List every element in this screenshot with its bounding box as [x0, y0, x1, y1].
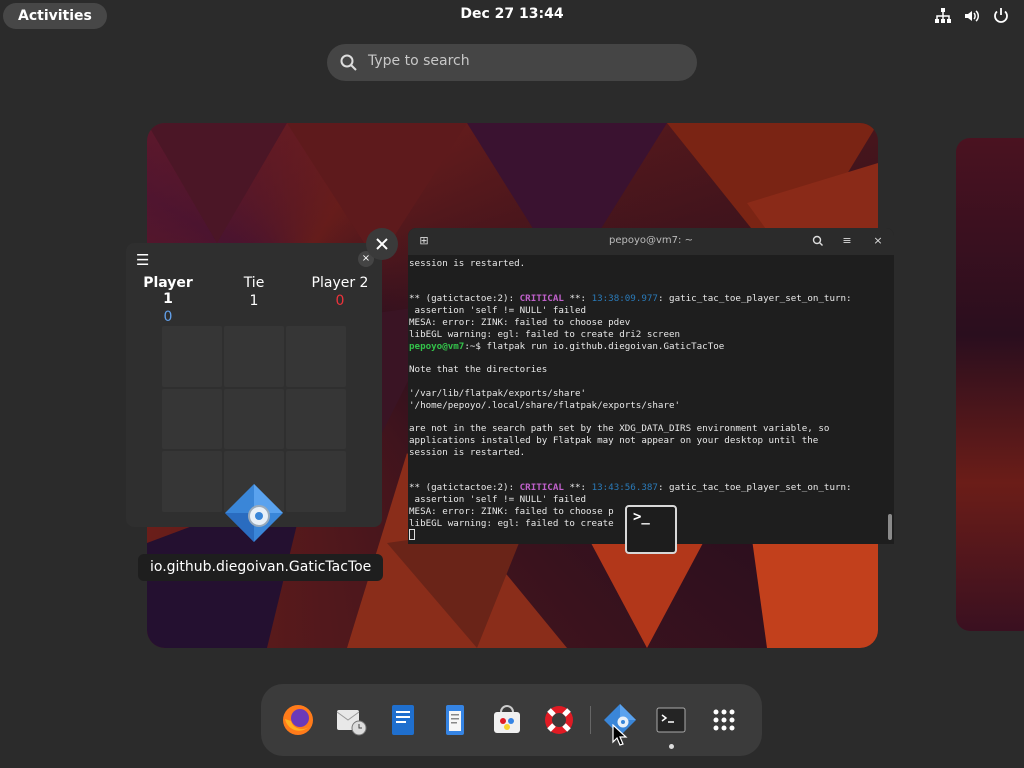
terminal-scrollbar[interactable] [888, 514, 892, 540]
board-cell[interactable] [286, 326, 346, 387]
firefox-icon[interactable] [281, 703, 315, 737]
network-icon[interactable] [934, 7, 952, 25]
board-cell[interactable] [162, 326, 222, 387]
top-bar: Activities Dec 27 13:44 [0, 0, 1024, 32]
tie-label: Tie [243, 275, 265, 291]
system-tray[interactable] [934, 7, 1010, 25]
terminal-cursor [409, 529, 415, 541]
terminal-line: pepoyo@vm7:~$ flatpak run io.github.dieg… [409, 340, 725, 352]
window-app-label: io.github.diegoivan.GaticTacToe [138, 554, 384, 581]
terminal-line: ** (gatictactoe:2): CRITICAL **: 13:43:5… [409, 482, 852, 494]
tie-value: 1 [249, 293, 259, 309]
text-editor-icon[interactable] [438, 703, 472, 737]
terminal-line: are not in the search path set by the XD… [409, 423, 830, 435]
software-store-icon[interactable] [490, 703, 524, 737]
help-lifebuoy-icon[interactable] [542, 703, 576, 737]
player1-score: Player 1 0 [138, 275, 198, 325]
close-window-button[interactable] [366, 228, 398, 260]
dash [261, 684, 762, 756]
search-icon [339, 53, 359, 73]
mouse-pointer-icon [612, 723, 628, 746]
menu-icon[interactable]: ≡ [837, 232, 857, 250]
terminal-line: '/home/pepoyo/.local/share/flatpak/expor… [409, 399, 681, 411]
board-cell[interactable] [286, 388, 346, 450]
player1-value: 0 [163, 309, 173, 325]
player2-label: Player 2 [311, 275, 369, 291]
terminal-window[interactable]: ⊞ pepoyo@vm7: ~ ≡ × session is restarted… [408, 228, 894, 544]
board-cell[interactable] [286, 451, 346, 512]
running-indicator [669, 744, 674, 749]
player2-value: 0 [335, 293, 345, 309]
hamburger-menu-icon[interactable]: ☰ [136, 251, 149, 269]
player2-score: Player 2 0 [308, 275, 372, 309]
terminal-line: assertion 'self != NULL' failed [409, 305, 587, 317]
terminal-line: assertion 'self != NULL' failed [409, 493, 587, 505]
terminal-app-icon: >_ [625, 505, 677, 554]
gatictactoe-app-icon [223, 482, 285, 544]
next-workspace-thumbnail[interactable] [956, 138, 1024, 631]
search-placeholder: Type to search [368, 53, 470, 69]
mail-clock-icon[interactable] [334, 703, 368, 737]
terminal-output[interactable]: session is restarted. ** (gatictactoe:2)… [409, 258, 887, 542]
terminal-line: Note that the directories [409, 364, 548, 376]
board-cell[interactable] [224, 388, 284, 450]
search-entry[interactable]: Type to search [327, 44, 697, 81]
close-icon[interactable]: × [868, 232, 888, 250]
terminal-line: applications installed by Flatpak may no… [409, 434, 819, 446]
writer-document-icon[interactable] [386, 703, 420, 737]
terminal-line: ** (gatictactoe:2): CRITICAL **: 13:38:0… [409, 293, 852, 305]
terminal-headerbar[interactable]: ⊞ pepoyo@vm7: ~ ≡ × [408, 228, 894, 255]
tie-score: Tie 1 [224, 275, 284, 309]
power-icon[interactable] [992, 7, 1010, 25]
board-cell[interactable] [162, 388, 222, 450]
terminal-line: '/var/lib/flatpak/exports/share' [409, 387, 587, 399]
terminal-prompt-glyph: >_ [633, 509, 650, 525]
terminal-line: session is restarted. [409, 446, 526, 458]
board-cell[interactable] [224, 326, 284, 387]
player1-label: Player 1 [143, 275, 193, 307]
board-cell[interactable] [162, 451, 222, 512]
search-icon[interactable] [808, 232, 828, 250]
close-icon [376, 238, 388, 250]
clock[interactable]: Dec 27 13:44 [0, 6, 1024, 22]
volume-icon[interactable] [963, 7, 981, 25]
terminal-line: session is restarted. [409, 258, 526, 269]
terminal-line: libEGL warning: egl: failed to create dr… [409, 328, 681, 340]
app-grid-icon[interactable] [707, 703, 741, 737]
dock-separator [590, 706, 591, 734]
terminal-icon[interactable] [654, 703, 688, 737]
terminal-line: MESA: error: ZINK: failed to choose pdev [409, 316, 631, 328]
